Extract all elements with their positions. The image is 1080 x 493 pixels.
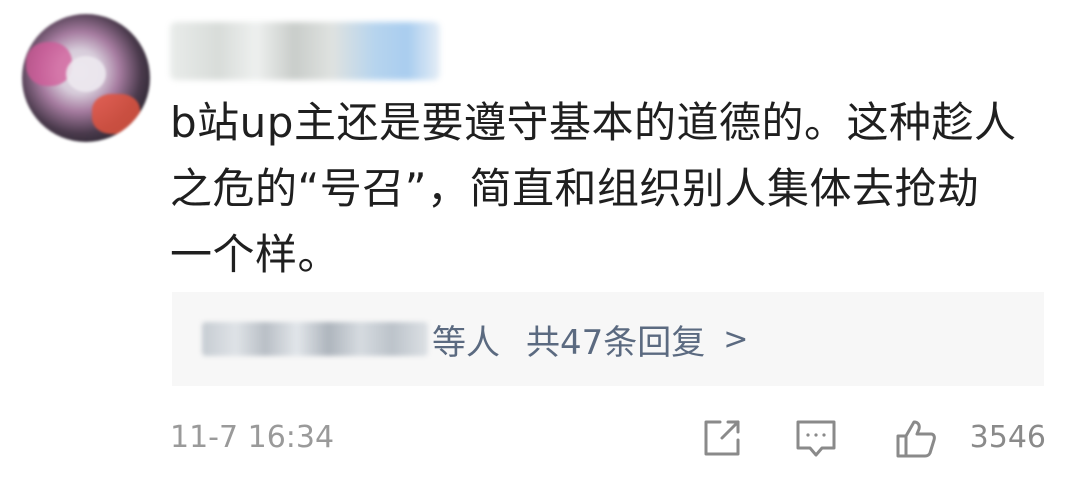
comment-footer: 11-7 16:34 3546 xyxy=(170,412,1050,468)
replies-suffix: 等人 xyxy=(432,322,500,363)
like-count: 3546 xyxy=(969,420,1046,455)
timestamp: 11-7 16:34 xyxy=(170,420,335,455)
comment-icon[interactable] xyxy=(792,414,840,462)
username-blurred[interactable] xyxy=(170,22,440,80)
reply-usernames-blurred xyxy=(202,322,428,356)
avatar-blur-shape xyxy=(26,42,72,86)
comment-line: b站up主还是要遵守基本的道德的。这种趁人 xyxy=(170,98,1017,147)
avatar-blur-shape xyxy=(66,56,106,92)
comment-card: b站up主还是要遵守基本的道德的。这种趁人 之危的“号召”，简直和组织别人集体去… xyxy=(0,0,1080,493)
thumbs-up-icon[interactable] xyxy=(892,414,940,462)
avatar[interactable] xyxy=(22,14,150,142)
replies-count-link[interactable]: 共47条回复 xyxy=(526,315,705,364)
comment-text: b站up主还是要遵守基本的道德的。这种趁人 之危的“号召”，简直和组织别人集体去… xyxy=(170,90,1050,288)
comment-line: 之危的“号召”，简直和组织别人集体去抢劫 xyxy=(170,164,980,213)
share-icon[interactable] xyxy=(698,414,746,462)
comment-line: 一个样。 xyxy=(170,230,341,279)
avatar-blur-shape xyxy=(92,94,140,134)
replies-preview[interactable]: 等人 共47条回复 > xyxy=(172,292,1044,386)
chevron-right-icon: > xyxy=(723,321,749,357)
